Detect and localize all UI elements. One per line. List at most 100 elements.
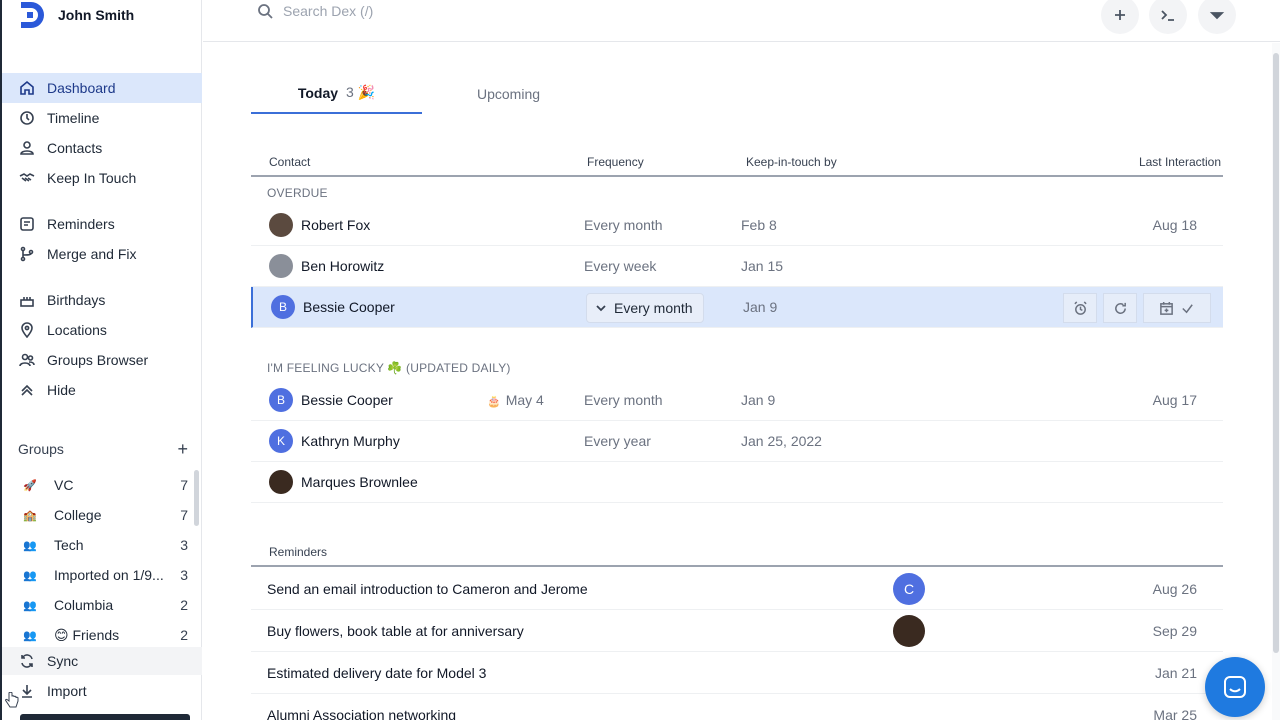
group-name: Tech	[54, 537, 84, 553]
nav-groups-browser[interactable]: Groups Browser	[2, 345, 202, 375]
add-button[interactable]	[1101, 0, 1139, 34]
nav-reminders[interactable]: Reminders	[2, 209, 202, 239]
snooze-button[interactable]	[1063, 293, 1097, 323]
header-keep-in-touch: Keep-in-touch by	[746, 155, 837, 169]
reminder-row[interactable]: Alumni Association networking Mar 25	[251, 694, 1223, 720]
group-count: 7	[180, 477, 188, 493]
support-chat-button[interactable]	[1205, 657, 1265, 717]
contact-name[interactable]: Marques Brownlee	[301, 474, 418, 490]
group-name: Imported on 1/9...	[54, 567, 164, 583]
nav-keep-in-touch[interactable]: Keep In Touch	[2, 163, 202, 193]
contact-name[interactable]: Bessie Cooper	[303, 299, 395, 315]
table-row[interactable]: Robert Fox Every month Feb 8 Aug 18	[251, 205, 1223, 246]
groups-icon	[18, 351, 36, 369]
user-icon	[18, 139, 36, 157]
today-count-badge: 3 🎉	[346, 84, 376, 100]
nav-label: Timeline	[47, 110, 100, 126]
tab-upcoming[interactable]: Upcoming	[422, 73, 595, 114]
avatar[interactable]	[893, 615, 925, 647]
frequency: Every year	[584, 433, 651, 449]
reminders-header: Reminders	[251, 543, 1223, 567]
group-name: Columbia	[54, 597, 114, 613]
nav-label: Hide	[47, 382, 76, 398]
nav-timeline[interactable]: Timeline	[2, 103, 202, 133]
bottom-nav-item-partial[interactable]	[20, 714, 190, 720]
sync-icon	[18, 652, 36, 670]
nav-hide[interactable]: Hide	[2, 375, 202, 405]
search-icon	[258, 4, 273, 19]
chat-icon	[1224, 676, 1246, 698]
command-button[interactable]	[1149, 0, 1187, 34]
keep-in-touch-date: Jan 25, 2022	[741, 433, 822, 449]
main-scrollbar[interactable]	[1272, 43, 1280, 720]
refresh-button[interactable]	[1103, 293, 1137, 323]
check-icon	[1182, 303, 1193, 313]
group-item-tech[interactable]: 👥 Tech 3	[2, 530, 188, 560]
birthday-icon	[18, 291, 36, 309]
table-row[interactable]: Marques Brownlee	[251, 462, 1223, 503]
contact-name[interactable]: Kathryn Murphy	[301, 433, 400, 449]
menu-dropdown-button[interactable]	[1198, 0, 1236, 34]
nav-locations[interactable]: Locations	[2, 315, 202, 345]
hide-icon	[18, 381, 36, 399]
contact-name[interactable]: Ben Horowitz	[301, 258, 384, 274]
search-input[interactable]: Search Dex (/)	[283, 3, 373, 19]
mark-done-button[interactable]	[1143, 293, 1211, 323]
people-icon: 👥	[23, 569, 37, 582]
people-icon: 👥	[23, 629, 37, 642]
avatar: K	[269, 429, 293, 453]
tab-today[interactable]: Today 3 🎉	[251, 73, 422, 114]
keep-in-touch-date: Feb 8	[741, 217, 777, 233]
nav-import[interactable]: Import	[2, 677, 202, 705]
nav-sync[interactable]: Sync	[2, 647, 202, 675]
sidebar-scrollbar[interactable]	[194, 470, 199, 526]
user-profile[interactable]: John Smith	[18, 0, 134, 30]
nav-dashboard[interactable]: Dashboard	[2, 73, 202, 103]
group-count: 2	[180, 597, 188, 613]
search-bar[interactable]: Search Dex (/)	[257, 3, 373, 19]
tab-label: Upcoming	[476, 85, 541, 102]
nav-label: Birthdays	[47, 292, 106, 308]
group-item-vc[interactable]: 🚀 VC 7	[2, 470, 188, 500]
add-group-button[interactable]: +	[177, 440, 188, 458]
group-item-friends[interactable]: 👥 😊 Friends 2	[2, 620, 188, 650]
people-icon: 👥	[23, 539, 37, 552]
table-row[interactable]: Ben Horowitz Every week Jan 15	[251, 246, 1223, 287]
nav-label: Locations	[47, 322, 107, 338]
reminder-row[interactable]: Send an email introduction to Cameron an…	[251, 568, 1223, 610]
nav-merge-and-fix[interactable]: Merge and Fix	[2, 239, 202, 269]
chevron-down-icon	[596, 305, 606, 312]
reminder-row[interactable]: Estimated delivery date for Model 3 Jan …	[251, 652, 1223, 694]
reminder-text: Buy flowers, book table at for anniversa…	[267, 623, 524, 639]
group-count: 7	[180, 507, 188, 523]
group-item-college[interactable]: 🏫 College 7	[2, 500, 188, 530]
avatar: B	[271, 295, 295, 319]
group-name: College	[54, 507, 102, 523]
groups-header: Groups +	[18, 440, 188, 458]
nav-contacts[interactable]: Contacts	[2, 133, 202, 163]
group-item-columbia[interactable]: 👥 Columbia 2	[2, 590, 188, 620]
terminal-icon	[1161, 10, 1174, 21]
alarm-clock-icon	[1073, 300, 1087, 315]
nav-label: Dashboard	[47, 80, 116, 96]
avatar	[269, 213, 293, 237]
table-row[interactable]: B Bessie Cooper 🎂 May 4 Every month Jan 9…	[251, 380, 1223, 421]
group-item-imported[interactable]: 👥 Imported on 1/9... 3	[2, 560, 188, 590]
sidebar: John Smith Dashboard Timeline Contacts K…	[0, 0, 202, 720]
nav-birthdays[interactable]: Birthdays	[2, 285, 202, 315]
frequency-select[interactable]: Every month	[586, 293, 704, 323]
nav-label: Keep In Touch	[47, 170, 137, 186]
reminder-row[interactable]: Buy flowers, book table at for anniversa…	[251, 610, 1223, 652]
contact-name[interactable]: Robert Fox	[301, 217, 370, 233]
hand-cursor-icon	[5, 692, 19, 708]
contact-name[interactable]: Bessie Cooper	[301, 392, 393, 408]
table-row-selected[interactable]: B Bessie Cooper Every month Jan 9	[251, 287, 1223, 328]
reminder-text: Send an email introduction to Cameron an…	[267, 581, 588, 597]
scrollbar-thumb[interactable]	[1273, 53, 1279, 653]
tab-label: Today	[297, 84, 339, 101]
groups-title: Groups	[18, 441, 64, 457]
reminder-text: Estimated delivery date for Model 3	[267, 665, 487, 681]
user-name: John Smith	[58, 7, 135, 23]
table-row[interactable]: K Kathryn Murphy Every year Jan 25, 2022	[251, 421, 1223, 462]
avatar[interactable]: C	[893, 573, 925, 605]
